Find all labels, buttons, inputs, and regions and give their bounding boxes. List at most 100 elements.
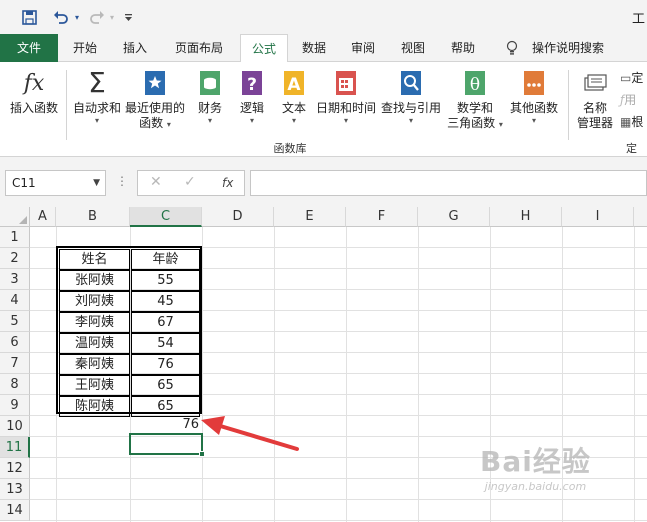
formula-bar-grip-icon[interactable]: ⋮ (116, 174, 128, 188)
date-time-button[interactable]: 日期和时间 ▾ (314, 68, 378, 126)
tab-data[interactable]: 数据 (292, 34, 336, 62)
table-cell-age[interactable]: 55 (131, 270, 200, 291)
recently-used-button[interactable]: 最近使用的 函数 ▾ (124, 68, 186, 132)
svg-text:θ: θ (470, 75, 480, 95)
tab-page-layout[interactable]: 页面布局 (162, 34, 236, 62)
watermark-logo: Bai经验 (480, 445, 591, 478)
use-in-formula-label: 用 (624, 93, 637, 107)
lookup-reference-button[interactable]: 查找与引用 ▾ (380, 68, 442, 126)
column-header-a[interactable]: A (30, 207, 56, 227)
row-header-6[interactable]: 6 (0, 332, 30, 353)
column-header-j[interactable] (634, 207, 647, 227)
select-all-icon (19, 216, 27, 224)
row-header-12[interactable]: 12 (0, 458, 30, 479)
table-cell-name[interactable]: 王阿姨 (59, 375, 130, 396)
row-header-2[interactable]: 2 (0, 248, 30, 269)
chevron-down-icon: ▾ (207, 116, 212, 125)
lookup-reference-label: 查找与引用 (380, 101, 441, 115)
watermark: Bai经验 jingyan.baidu.com (480, 440, 591, 493)
tab-home[interactable]: 开始 (62, 34, 108, 62)
column-header-i[interactable]: I (562, 207, 634, 227)
tab-insert[interactable]: 插入 (112, 34, 158, 62)
insert-function-label: 插入函数 (9, 101, 58, 115)
tab-file[interactable]: 文件 (0, 34, 58, 62)
table-cell-name[interactable]: 温阿姨 (59, 333, 130, 354)
autosum-button[interactable]: Σ 自动求和 ▾ (70, 68, 124, 126)
insert-function-icon[interactable]: fx (222, 176, 233, 190)
row-header-13[interactable]: 13 (0, 479, 30, 500)
column-header-c[interactable]: C (130, 207, 202, 227)
text-a-icon: A (281, 68, 307, 98)
enter-icon[interactable]: ✓ (184, 174, 196, 190)
tab-view[interactable]: 视图 (390, 34, 436, 62)
column-header-e[interactable]: E (274, 207, 346, 227)
use-in-formula-button[interactable]: ƒ用 (620, 90, 636, 110)
cell-c10-result[interactable]: 76 (130, 414, 202, 435)
row-header-14[interactable]: 14 (0, 500, 30, 521)
row-header-10[interactable]: 10 (0, 416, 30, 437)
window-title: 工 (631, 12, 645, 27)
more-functions-label: 其他函数 (509, 101, 558, 115)
row-header-11[interactable]: 11 (0, 437, 30, 458)
customize-toolbar-icon[interactable] (121, 7, 135, 27)
active-cell-c11[interactable] (129, 433, 205, 457)
date-time-label: 日期和时间 (315, 101, 376, 115)
column-header-d[interactable]: D (202, 207, 274, 227)
column-header-g[interactable]: G (418, 207, 490, 227)
more-functions-icon (521, 68, 547, 98)
more-functions-button[interactable]: 其他函数 ▾ (506, 68, 562, 126)
table-header-name[interactable]: 姓名 (59, 249, 130, 270)
select-all-button[interactable] (0, 207, 30, 227)
table-cell-age[interactable]: 65 (131, 375, 200, 396)
math-trig-button[interactable]: θ 数学和 三角函数 ▾ (444, 68, 506, 132)
row-header-7[interactable]: 7 (0, 353, 30, 374)
table-cell-name[interactable]: 秦阿姨 (59, 354, 130, 375)
text-button[interactable]: A 文本 ▾ (276, 68, 312, 126)
financial-button[interactable]: 财务 ▾ (192, 68, 228, 126)
row-header-9[interactable]: 9 (0, 395, 30, 416)
chevron-down-icon: ▾ (249, 116, 254, 125)
row-header-4[interactable]: 4 (0, 290, 30, 311)
row-header-1[interactable]: 1 (0, 227, 30, 248)
table-cell-name[interactable]: 张阿姨 (59, 270, 130, 291)
recently-used-label-1: 最近使用的 (124, 101, 185, 115)
column-header-f[interactable]: F (346, 207, 418, 227)
table-cell-name[interactable]: 刘阿姨 (59, 291, 130, 312)
financial-icon (197, 68, 223, 98)
row-header-5[interactable]: 5 (0, 311, 30, 332)
formula-input[interactable] (250, 170, 647, 196)
table-cell-age[interactable]: 45 (131, 291, 200, 312)
redo-icon[interactable] (86, 7, 108, 27)
chevron-down-icon[interactable]: ▼ (93, 171, 100, 195)
table-cell-age[interactable]: 54 (131, 333, 200, 354)
tell-me-search[interactable]: 操作说明搜索 (526, 34, 610, 62)
table-cell-name[interactable]: 陈阿姨 (59, 396, 130, 417)
row-header-3[interactable]: 3 (0, 269, 30, 290)
column-header-h[interactable]: H (490, 207, 562, 227)
column-header-b[interactable]: B (56, 207, 130, 227)
table-header-age[interactable]: 年龄 (131, 249, 200, 270)
logical-button[interactable]: ? 逻辑 ▾ (234, 68, 270, 126)
redo-dropdown-icon[interactable]: ▾ (107, 7, 117, 27)
create-from-selection-button[interactable]: ▦根 (620, 112, 643, 132)
undo-icon[interactable] (50, 7, 72, 27)
table-cell-age[interactable]: 67 (131, 312, 200, 333)
tab-formulas[interactable]: 公式 (240, 34, 288, 63)
name-manager-button[interactable]: 名称 管理器 (572, 68, 618, 131)
table-cell-age[interactable]: 76 (131, 354, 200, 375)
tab-help[interactable]: 帮助 (440, 34, 486, 62)
table-cell-name[interactable]: 李阿姨 (59, 312, 130, 333)
tab-review[interactable]: 审阅 (340, 34, 386, 62)
financial-label: 财务 (197, 101, 222, 115)
theta-icon: θ (462, 68, 488, 98)
cancel-icon[interactable]: ✕ (150, 174, 162, 190)
insert-function-button[interactable]: fx 插入函数 (6, 68, 62, 116)
save-icon[interactable] (18, 7, 40, 27)
formula-bar: C11 ▼ ⋮ ✕ ✓ fx (0, 157, 647, 207)
name-box[interactable]: C11 ▼ (5, 170, 106, 196)
ribbon-separator (568, 70, 569, 140)
undo-dropdown-icon[interactable]: ▾ (72, 7, 82, 27)
define-name-button[interactable]: ▭定 (620, 68, 643, 88)
row-header-8[interactable]: 8 (0, 374, 30, 395)
chevron-down-icon: ▾ (291, 116, 296, 125)
